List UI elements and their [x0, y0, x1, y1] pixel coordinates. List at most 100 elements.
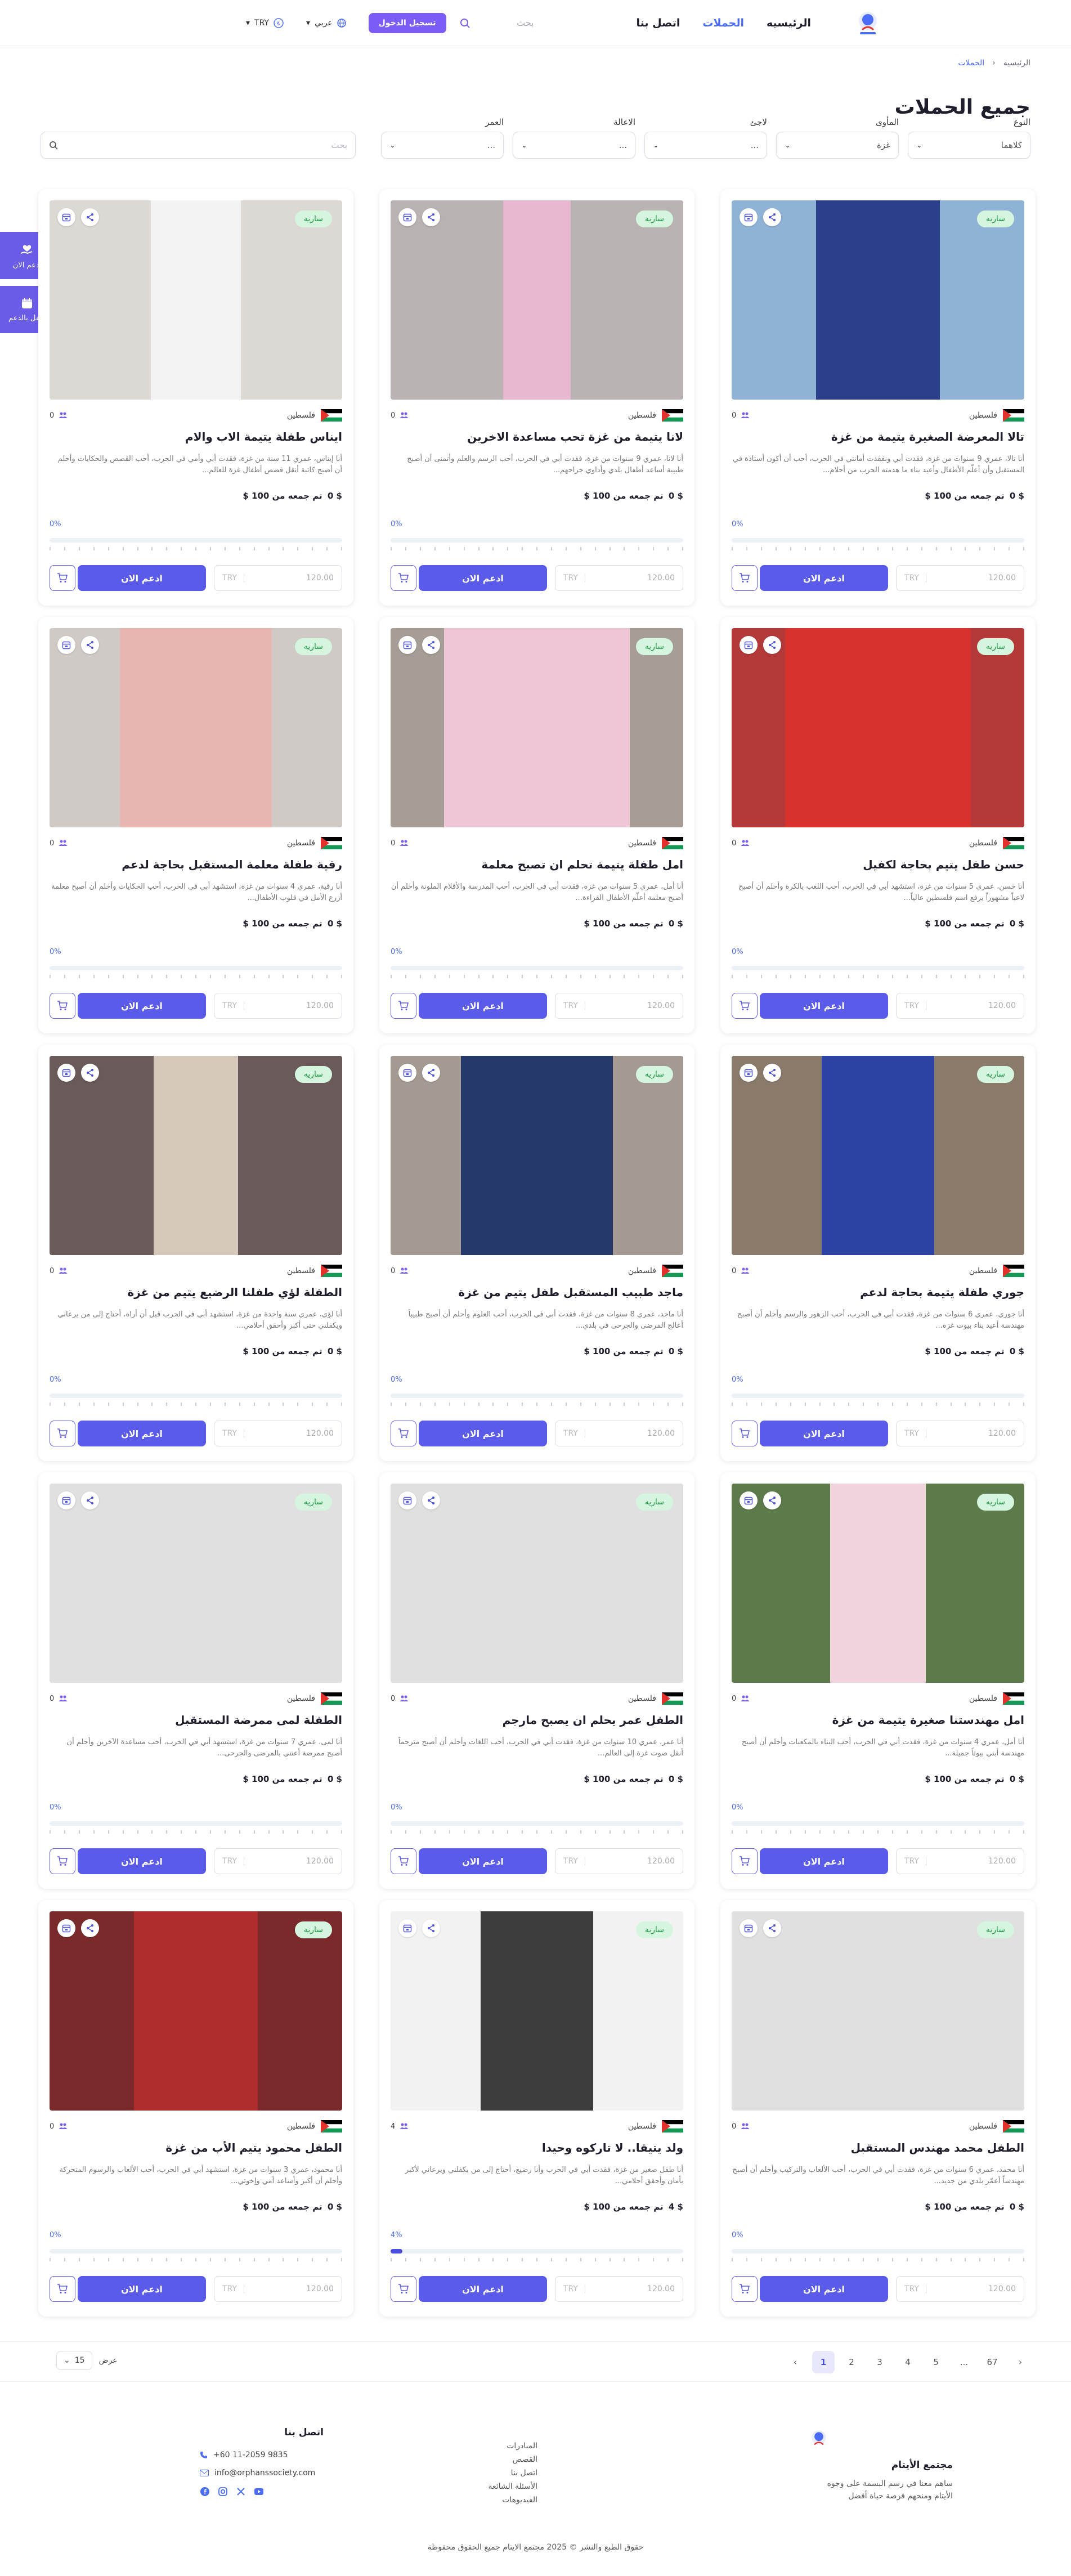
- cart-icon[interactable]: [50, 1848, 75, 1874]
- amount-input[interactable]: 120.00 TRY: [555, 993, 683, 1019]
- campaign-photo[interactable]: ساريه: [391, 1484, 683, 1683]
- filter-care-select[interactable]: ... ⌄: [513, 132, 635, 159]
- campaign-photo[interactable]: ساريه: [391, 1911, 683, 2111]
- campaign-title[interactable]: الطفل محمد مهندس المستقبل: [732, 2141, 1024, 2154]
- calendar-icon[interactable]: [398, 208, 416, 226]
- campaign-title[interactable]: لانا يتيمة من غزة تحب مساعدة الاخرين: [391, 430, 683, 443]
- campaign-title[interactable]: الطفل محمود يتيم الأب من غزة: [50, 2141, 342, 2154]
- next-page-icon[interactable]: ›: [1009, 2351, 1032, 2373]
- amount-input[interactable]: 120.00 TRY: [896, 1848, 1024, 1874]
- support-now-button[interactable]: ادعم الان: [78, 565, 206, 591]
- amount-input[interactable]: 120.00 TRY: [896, 993, 1024, 1019]
- support-now-button[interactable]: ادعم الان: [78, 1848, 206, 1874]
- filter-type-select[interactable]: كلاهما ⌄: [908, 132, 1030, 159]
- nav-home[interactable]: الرئيسيه: [767, 17, 811, 29]
- campaign-title[interactable]: امل طفلة يتيمة تحلم ان تصبح معلمة: [391, 858, 683, 871]
- support-now-button[interactable]: ادعم الان: [419, 993, 547, 1019]
- amount-input[interactable]: 120.00 TRY: [896, 2276, 1024, 2302]
- campaign-card[interactable]: ساريه فلسطين 0 الطفل محمود يتيم الأب من غزة…: [38, 1900, 353, 2317]
- campaign-title[interactable]: ايناس طفلة يتيمة الاب والام: [50, 430, 342, 443]
- cart-icon[interactable]: [732, 993, 758, 1019]
- page-5[interactable]: 5: [925, 2351, 947, 2373]
- support-now-button[interactable]: ادعم الان: [419, 2276, 547, 2302]
- campaign-card[interactable]: ساريه فلسطين 0 امل طفلة يتيمة تحلم ان تصبح …: [379, 617, 694, 1033]
- share-icon[interactable]: [422, 1491, 440, 1509]
- campaign-card[interactable]: ساريه فلسطين 0 الطفل محمد مهندس المستقبل أنا…: [720, 1900, 1036, 2317]
- share-icon[interactable]: [763, 208, 781, 226]
- page-1[interactable]: 1: [812, 2351, 835, 2373]
- facebook-icon[interactable]: [200, 2487, 210, 2497]
- cart-icon[interactable]: [391, 993, 416, 1019]
- amount-input[interactable]: 120.00 TRY: [214, 1421, 342, 1446]
- support-now-button[interactable]: ادعم الان: [760, 1848, 888, 1874]
- footer-link-videos[interactable]: الفيديوهات: [489, 2496, 537, 2505]
- campaign-photo[interactable]: ساريه: [732, 200, 1024, 400]
- cart-icon[interactable]: [391, 1421, 416, 1446]
- instagram-icon[interactable]: [218, 2487, 228, 2497]
- calendar-icon[interactable]: [398, 1491, 416, 1509]
- youtube-icon[interactable]: [254, 2487, 264, 2497]
- amount-input[interactable]: 120.00 TRY: [214, 993, 342, 1019]
- campaign-card[interactable]: ساريه فلسطين 0 جوري طفلة يتيمة بحاجة لدعم أن…: [720, 1045, 1036, 1461]
- campaign-photo[interactable]: ساريه: [732, 1484, 1024, 1683]
- campaign-title[interactable]: تالا المعرضة الصغيرة يتيمة من غزة: [732, 430, 1024, 443]
- support-now-button[interactable]: ادعم الان: [419, 565, 547, 591]
- filter-search-input[interactable]: بحث: [41, 132, 356, 159]
- campaign-photo[interactable]: ساريه: [391, 1056, 683, 1255]
- share-icon[interactable]: [763, 636, 781, 654]
- campaign-photo[interactable]: ساريه: [391, 628, 683, 827]
- footer-phone[interactable]: +60 11-2059 9835: [200, 2450, 324, 2459]
- support-now-button[interactable]: ادعم الان: [419, 1848, 547, 1874]
- amount-input[interactable]: 120.00 TRY: [555, 2276, 683, 2302]
- page-2[interactable]: 2: [840, 2351, 863, 2373]
- campaign-card[interactable]: ساريه فلسطين 0 الطفلة لؤي طفلنا الرضيع يتيم…: [38, 1045, 353, 1461]
- campaign-card[interactable]: ساريه فلسطين 0 الطفل عمر يحلم ان يصبح مارجم…: [379, 1472, 694, 1889]
- page-4[interactable]: 4: [897, 2351, 919, 2373]
- footer-email[interactable]: info@orphanssociety.com: [200, 2469, 324, 2478]
- campaign-photo[interactable]: ساريه: [50, 200, 342, 400]
- support-now-button[interactable]: ادعم الان: [760, 993, 888, 1019]
- prev-page-icon[interactable]: ‹: [784, 2351, 806, 2373]
- campaign-title[interactable]: جوري طفلة يتيمة بحاجة لدعم: [732, 1285, 1024, 1299]
- cart-icon[interactable]: [50, 1421, 75, 1446]
- share-icon[interactable]: [422, 1919, 440, 1937]
- amount-input[interactable]: 120.00 TRY: [214, 1848, 342, 1874]
- calendar-icon[interactable]: [740, 208, 758, 226]
- campaign-photo[interactable]: ساريه: [732, 628, 1024, 827]
- share-icon[interactable]: [763, 1064, 781, 1082]
- page-67[interactable]: 67: [981, 2351, 1003, 2373]
- amount-input[interactable]: 120.00 TRY: [896, 565, 1024, 591]
- campaign-card[interactable]: ساريه فلسطين 0 ايناس طفلة يتيمة الاب والام أ…: [38, 189, 353, 606]
- search-icon[interactable]: [460, 18, 470, 28]
- campaign-card[interactable]: ساريه فلسطين 0 لانا يتيمة من غزة تحب مساعدة…: [379, 189, 694, 606]
- cart-icon[interactable]: [50, 2276, 75, 2302]
- share-icon[interactable]: [422, 636, 440, 654]
- amount-input[interactable]: 120.00 TRY: [555, 565, 683, 591]
- cart-icon[interactable]: [391, 1848, 416, 1874]
- calendar-icon[interactable]: [740, 1491, 758, 1509]
- campaign-photo[interactable]: ساريه: [50, 1911, 342, 2111]
- cart-icon[interactable]: [732, 1421, 758, 1446]
- filter-age-select[interactable]: ... ⌄: [381, 132, 504, 159]
- nav-contact[interactable]: اتصل بنا: [636, 17, 680, 29]
- campaign-photo[interactable]: ساريه: [50, 628, 342, 827]
- cart-icon[interactable]: [50, 565, 75, 591]
- campaign-title[interactable]: الطفلة لمى ممرضة المستقبل: [50, 1713, 342, 1727]
- share-icon[interactable]: [81, 1491, 99, 1509]
- campaign-photo[interactable]: ساريه: [732, 1056, 1024, 1255]
- campaign-photo[interactable]: ساريه: [732, 1911, 1024, 2111]
- support-now-button[interactable]: ادعم الان: [78, 1421, 206, 1446]
- support-now-button[interactable]: ادعم الان: [760, 2276, 888, 2302]
- campaign-title[interactable]: حسن طفل يتيم بحاجة لكفيل: [732, 858, 1024, 871]
- campaign-card[interactable]: ساريه فلسطين 0 تالا المعرضة الصغيرة يتيمة م…: [720, 189, 1036, 606]
- campaign-title[interactable]: الطفل عمر يحلم ان يصبح مارجم: [391, 1713, 683, 1727]
- footer-link-initiatives[interactable]: المبادرات: [489, 2441, 537, 2450]
- cart-icon[interactable]: [391, 2276, 416, 2302]
- share-icon[interactable]: [81, 1064, 99, 1082]
- breadcrumb-home[interactable]: الرئيسيه: [1003, 59, 1030, 68]
- campaign-photo[interactable]: ساريه: [50, 1484, 342, 1683]
- calendar-icon[interactable]: [398, 1919, 416, 1937]
- share-icon[interactable]: [763, 1491, 781, 1509]
- amount-input[interactable]: 120.00 TRY: [555, 1421, 683, 1446]
- cart-icon[interactable]: [732, 565, 758, 591]
